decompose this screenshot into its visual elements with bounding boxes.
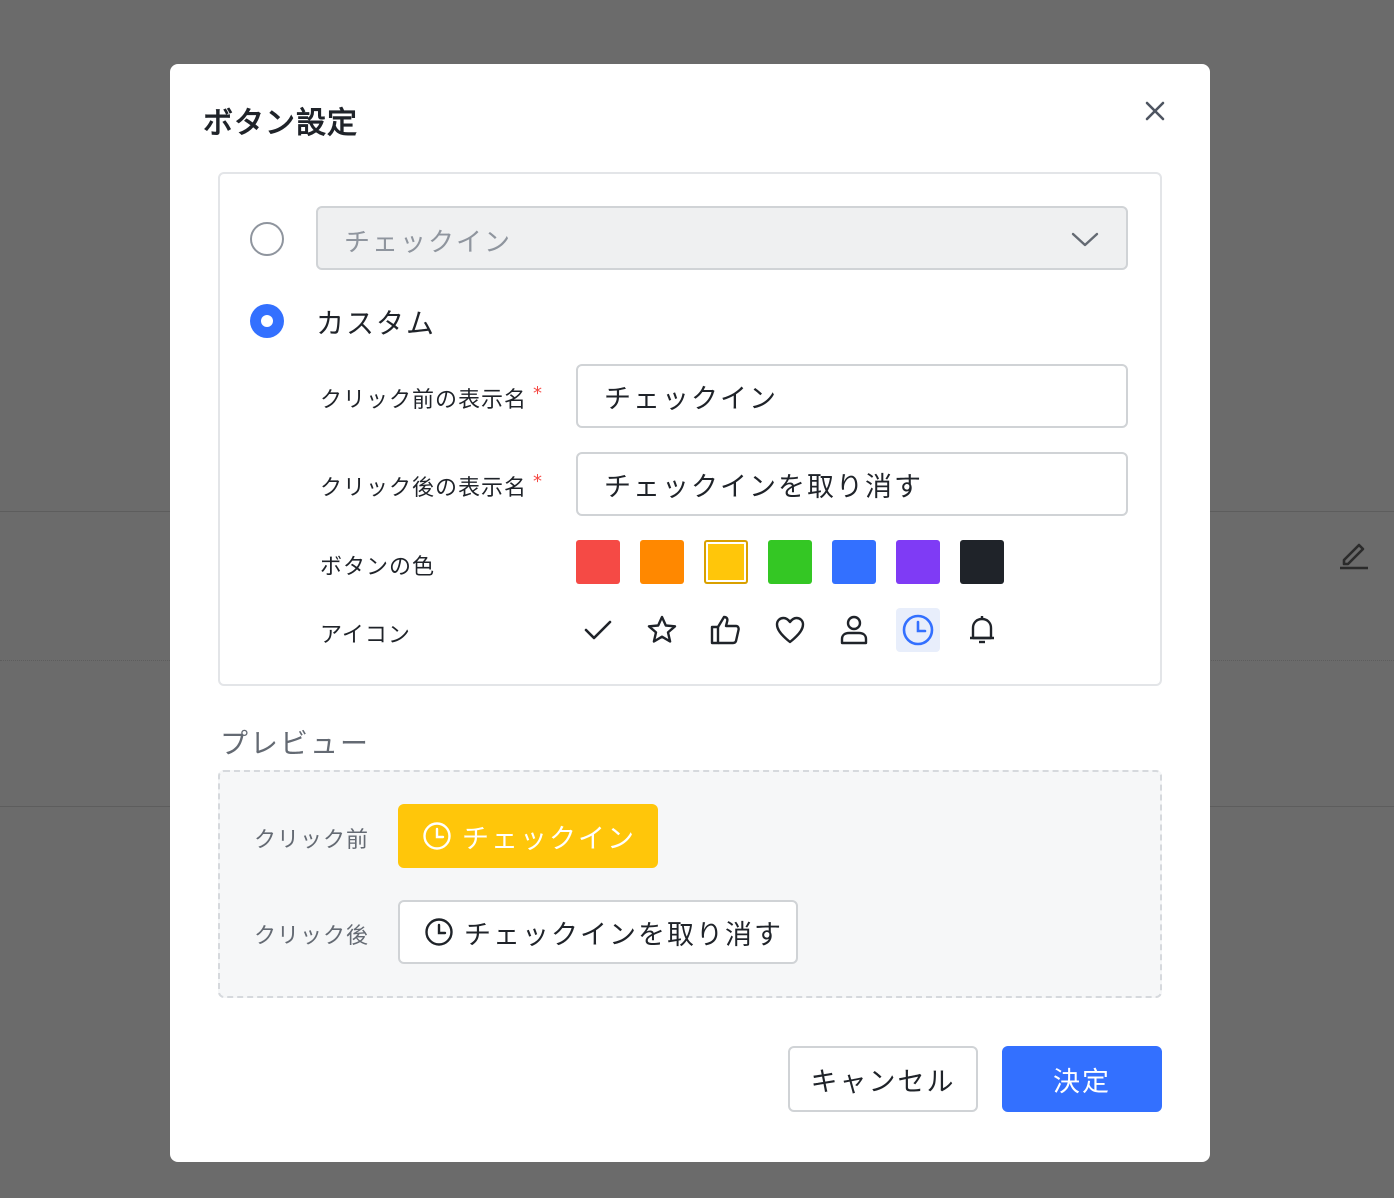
person-icon[interactable] <box>832 608 876 652</box>
before-name-input[interactable] <box>576 364 1128 428</box>
preview-after-button-label: チェックインを取り消す <box>464 919 783 951</box>
preview-before-button[interactable]: チェックイン <box>398 804 658 868</box>
cancel-button[interactable]: キャンセル <box>788 1046 978 1112</box>
after-name-input[interactable] <box>576 452 1128 516</box>
preview-before-button-label: チェックイン <box>462 823 636 855</box>
required-mark: * <box>533 383 544 404</box>
color-swatch-purple[interactable] <box>896 540 940 584</box>
before-name-label: クリック前の表示名 * <box>320 383 544 413</box>
bell-icon[interactable] <box>960 608 1004 652</box>
color-swatch-green[interactable] <box>768 540 812 584</box>
custom-radio[interactable] <box>250 304 284 338</box>
color-swatch-yellow[interactable] <box>704 540 748 584</box>
confirm-button[interactable]: 決定 <box>1002 1046 1162 1112</box>
settings-panel: チェックイン カスタム クリック前の表示名* クリック後の表示名* ボタンの色 … <box>218 172 1162 686</box>
color-swatch-red[interactable] <box>576 540 620 584</box>
preview-title: プレビュー <box>220 727 371 760</box>
required-mark: * <box>533 471 544 492</box>
preset-select[interactable]: チェックイン <box>316 206 1128 270</box>
close-icon[interactable] <box>1138 94 1172 128</box>
button-color-label: ボタンの色 <box>320 555 436 580</box>
chevron-down-icon <box>1070 226 1100 252</box>
preview-panel: クリック前 チェックイン クリック後 チェックインを取り消す <box>218 770 1162 998</box>
star-icon[interactable] <box>640 608 684 652</box>
color-swatch-black[interactable] <box>960 540 1004 584</box>
edit-icon <box>1336 536 1372 572</box>
clock-icon <box>424 917 454 947</box>
clock-icon[interactable] <box>896 608 940 652</box>
clock-icon <box>422 821 452 851</box>
check-icon[interactable] <box>576 608 620 652</box>
preview-after-button[interactable]: チェックインを取り消す <box>398 900 798 964</box>
after-name-label: クリック後の表示名 * <box>320 471 544 501</box>
color-swatch-orange[interactable] <box>640 540 684 584</box>
preview-after-label: クリック後 <box>254 924 370 949</box>
heart-icon[interactable] <box>768 608 812 652</box>
button-settings-dialog: ボタン設定 チェックイン カスタム クリック前の表示名* クリック後の表示名* … <box>170 64 1210 1162</box>
custom-option-label: カスタム <box>316 307 437 340</box>
preview-before-label: クリック前 <box>254 828 370 853</box>
dialog-title: ボタン設定 <box>203 106 358 141</box>
preset-select-value: チェックイン <box>344 228 513 258</box>
thumbs-up-icon[interactable] <box>704 608 748 652</box>
color-swatch-blue[interactable] <box>832 540 876 584</box>
preset-radio[interactable] <box>250 222 284 256</box>
icon-label: アイコン <box>320 623 411 648</box>
